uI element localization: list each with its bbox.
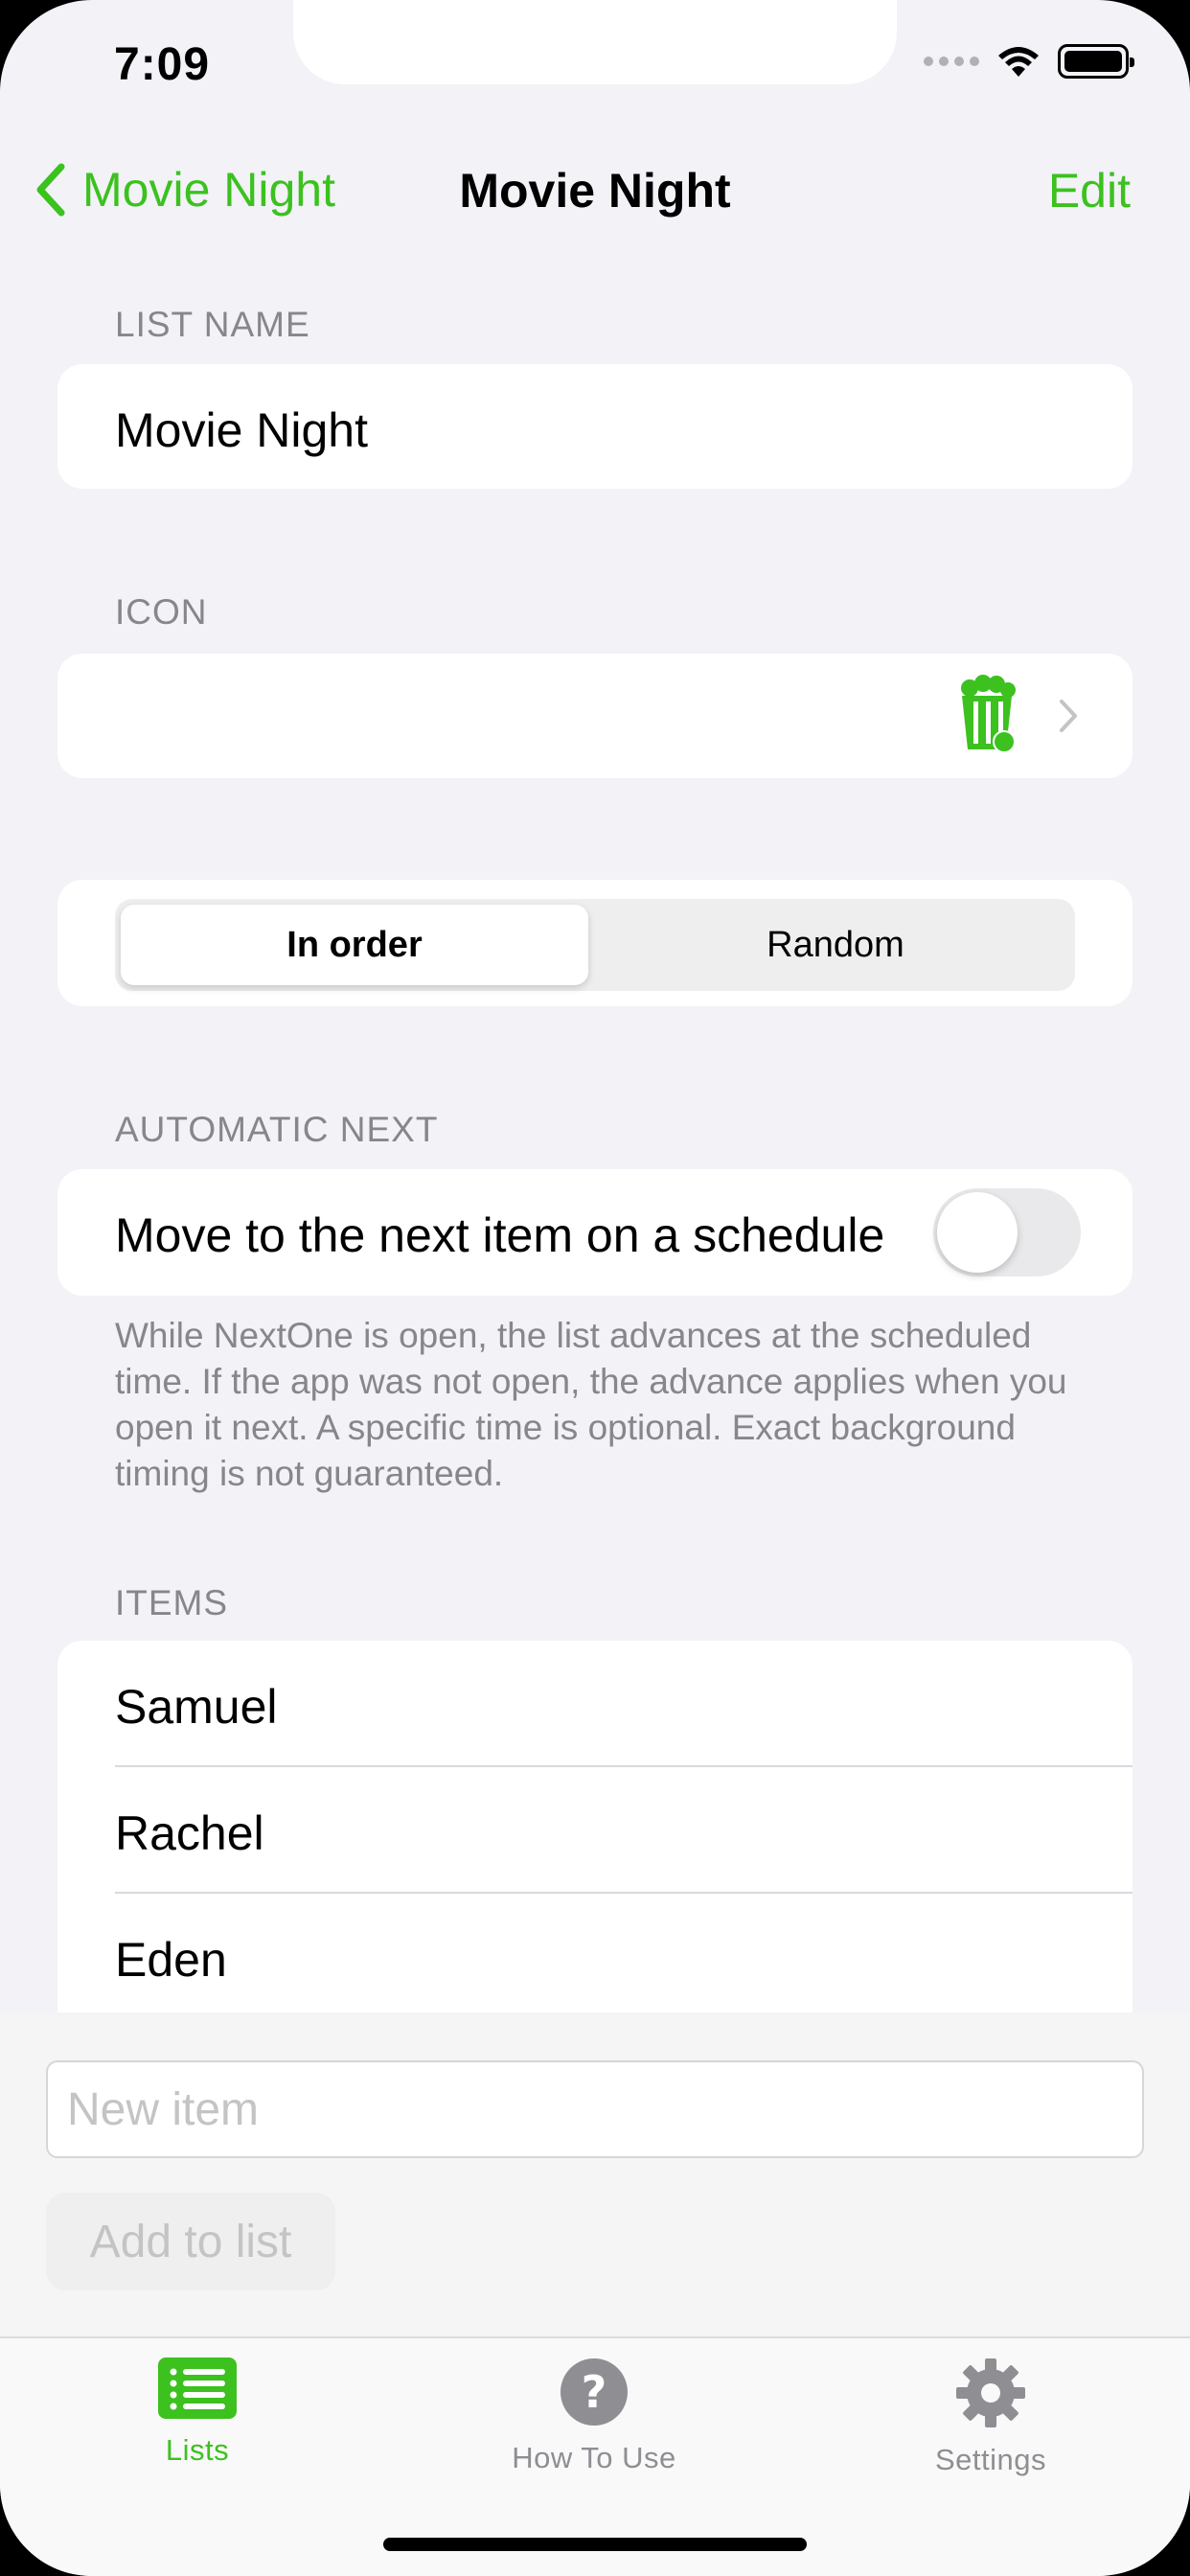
list-icon <box>158 2358 237 2419</box>
schedule-toggle-row: Move to the next item on a schedule <box>57 1169 1133 1296</box>
add-to-list-button[interactable]: Add to list <box>46 2193 335 2290</box>
chevron-right-icon <box>1060 700 1077 732</box>
list-item[interactable]: Eden <box>57 1894 1133 2020</box>
segment-random[interactable]: Random <box>602 905 1069 985</box>
icon-picker-row[interactable] <box>57 654 1133 778</box>
list-item[interactable]: Samuel <box>57 1641 1133 1767</box>
status-time: 7:09 <box>114 39 211 90</box>
automatic-next-footer: While NextOne is open, the list advances… <box>115 1316 1067 1493</box>
tab-lists[interactable]: Lists <box>54 2358 341 2468</box>
edit-button[interactable]: Edit <box>1048 163 1131 218</box>
list-item[interactable]: Rachel <box>57 1767 1133 1894</box>
tab-label: How To Use <box>512 2441 676 2474</box>
list-item-label: Samuel <box>115 1680 278 1734</box>
list-name-header: LIST NAME <box>115 305 310 344</box>
toggle-knob <box>937 1192 1018 1273</box>
segment-in-order[interactable]: In order <box>121 905 588 985</box>
navigation-bar: Movie Night Movie Night Edit <box>0 144 1190 240</box>
icon-header: ICON <box>115 592 208 632</box>
list-name-field[interactable]: Movie Night <box>57 364 1133 489</box>
order-segmented-control: In order Random <box>115 899 1075 991</box>
schedule-toggle[interactable] <box>933 1188 1081 1276</box>
list-item-label: Rachel <box>115 1806 264 1860</box>
list-name-value: Movie Night <box>115 403 368 457</box>
screen: 7:09 Movie Night Movie Night Edit LIST N… <box>0 0 1190 2576</box>
new-item-input[interactable] <box>46 2060 1144 2158</box>
automatic-next-header: AUTOMATIC NEXT <box>115 1110 439 1149</box>
home-indicator <box>383 2538 807 2551</box>
new-item-panel: Add to list <box>0 2012 1190 2336</box>
page-title: Movie Night <box>459 164 731 218</box>
tab-settings[interactable]: Settings <box>847 2358 1134 2477</box>
signal-icon <box>924 57 979 66</box>
svg-text:?: ? <box>582 2366 607 2418</box>
question-icon: ? <box>561 2358 628 2426</box>
list-item-label: Eden <box>115 1933 227 1987</box>
gear-icon <box>956 2358 1025 2427</box>
tab-label: Settings <box>934 2443 1046 2476</box>
status-indicators <box>924 44 1134 79</box>
order-card: In order Random <box>57 880 1133 1006</box>
wifi-icon <box>998 47 1039 77</box>
battery-icon <box>1058 44 1134 79</box>
tab-how-to-use[interactable]: ? How To Use <box>450 2358 738 2475</box>
schedule-toggle-label: Move to the next item on a schedule <box>115 1208 885 1262</box>
tab-label: Lists <box>165 2433 230 2467</box>
popcorn-icon <box>961 675 1016 753</box>
items-header: ITEMS <box>115 1583 229 1622</box>
items-list: Samuel Rachel Eden <box>57 1641 1133 2024</box>
notch <box>293 0 897 84</box>
